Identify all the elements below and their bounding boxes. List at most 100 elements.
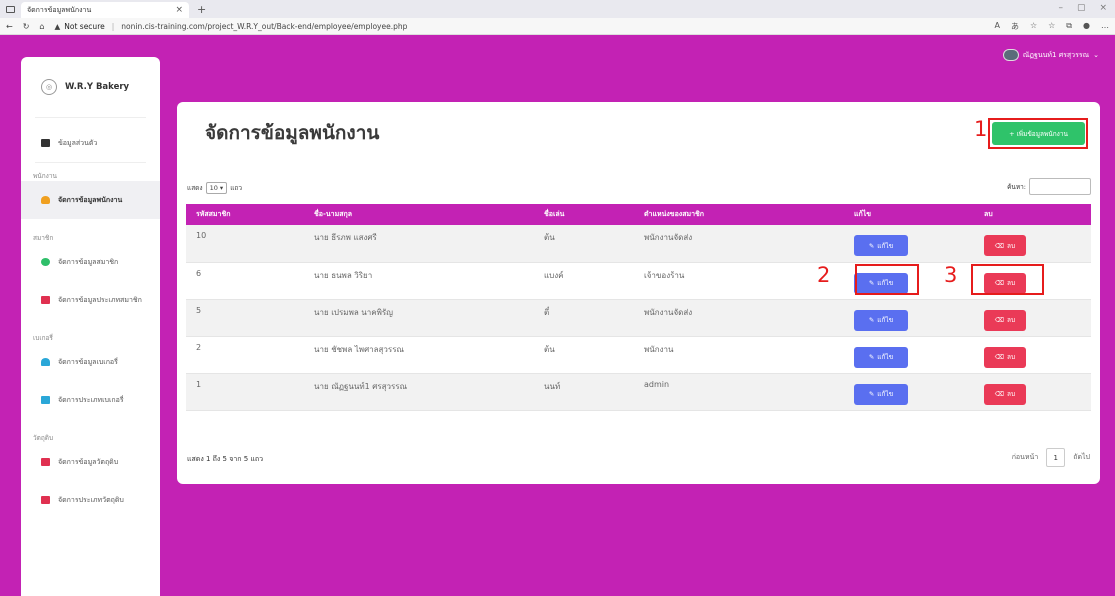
user-icon [41, 196, 50, 204]
annotation-number-2: 2 [817, 263, 831, 287]
table-row: 10 นาย ธีรภพ แสงศรี ต้น พนักงานจัดส่ง ✎ แ… [186, 225, 1091, 263]
sidebar-divider [35, 162, 146, 163]
sidebar-group-label: สมาชิก [33, 234, 54, 242]
cell-id: 10 [186, 225, 304, 263]
table-row: 2 นาย ชัชพล ไพศาลสุวรรณ ต้น พนักงาน ✎ แก้… [186, 336, 1091, 374]
more-icon[interactable]: … [1101, 21, 1109, 32]
trash-icon: ⌫ [994, 353, 1005, 361]
cell-name: นาย ชัชพล ไพศาลสุวรรณ [304, 336, 534, 374]
delete-label: ลบ [1007, 316, 1016, 324]
edit-button[interactable]: ✎ แก้ไข [854, 309, 908, 331]
cell-nickname: ต้น [534, 225, 634, 263]
prev-page-button[interactable]: ก่อนหน้า [1012, 452, 1039, 463]
sidebar-item-material-types[interactable]: จัดการประเภทวัตถุดิบ [21, 481, 160, 519]
back-icon[interactable]: ← [6, 22, 13, 31]
cell-edit: ✎ แก้ไข [844, 225, 974, 263]
sidebar-group-label: วัตถุดิบ [33, 434, 54, 442]
not-secure-label: Not secure [64, 21, 105, 31]
warning-icon: ▲ [54, 21, 61, 31]
edit-icon: ✎ [868, 316, 875, 324]
collections-icon[interactable]: ⧉ [1066, 21, 1072, 32]
minimize-icon[interactable]: – [1058, 3, 1063, 13]
highlight-box-1 [988, 118, 1088, 149]
delete-label: ลบ [1007, 390, 1016, 398]
column-header-delete[interactable]: ลบ [974, 204, 1091, 225]
favorite-icon[interactable]: ☆ [1030, 21, 1037, 32]
delete-button[interactable]: ⌫ ลบ [984, 346, 1026, 368]
search-input[interactable] [1029, 178, 1091, 195]
sidebar-item-profile[interactable]: ข้อมูลส่วนตัว [21, 124, 160, 162]
cell-name: นาย ธีรภพ แสงศรี [304, 225, 534, 263]
bakery-logo-icon: ◎ [41, 79, 57, 95]
window-menu-icon[interactable] [6, 5, 15, 13]
address-separator: | [111, 21, 115, 31]
favorites-list-icon[interactable]: ☆ [1048, 21, 1055, 32]
cell-name: นาย เปรมพล นาคพิรัญ [304, 299, 534, 337]
sidebar-item-bakery[interactable]: จัดการข้อมูลเบเกอรี่ [21, 343, 160, 381]
sidebar-item-bakery-types[interactable]: จัดการประเภทเบเกอรี่ [21, 381, 160, 419]
delete-button[interactable]: ⌫ ลบ [984, 235, 1026, 256]
sidebar: ◎ W.R.Y Bakery ข้อมูลส่วนตัว พนักงาน จัด… [21, 57, 160, 596]
user-menu[interactable]: ณัฏฐนนท์1 ศรสุวรรณ ⌄ [1002, 49, 1099, 61]
cell-edit: ✎ แก้ไข [844, 299, 974, 337]
edit-icon: ✎ [868, 241, 875, 250]
book-icon [41, 496, 50, 504]
cell-nickname: ต้น [534, 336, 634, 374]
sidebar-item-employees[interactable]: จัดการข้อมูลพนักงาน [21, 181, 160, 219]
sidebar-item-materials[interactable]: จัดการข้อมูลวัตถุดิบ [21, 443, 160, 481]
tab-title: จัดการข้อมูลพนักงาน [27, 5, 92, 14]
column-header-id[interactable]: รหัสสมาชิก [186, 204, 304, 225]
column-header-edit[interactable]: แก้ไข [844, 204, 974, 225]
translate-icon[interactable]: あ [1011, 21, 1019, 32]
column-header-name[interactable]: ชื่อ-นามสกุล [304, 204, 534, 225]
annotation-number-1: 1 [974, 117, 988, 141]
sidebar-item-members[interactable]: จัดการข้อมูลสมาชิก [21, 243, 160, 281]
page-length-select[interactable]: 10 ▾ [205, 182, 228, 194]
cell-position: พนักงานจัดส่ง [634, 225, 844, 263]
column-header-position[interactable]: ตำแหน่งของสมาชิก [634, 204, 844, 225]
sidebar-item-member-types[interactable]: จัดการข้อมูลประเภทสมาชิก [21, 281, 160, 319]
cell-id: 6 [186, 262, 304, 300]
search-control: ค้นหา: [1007, 178, 1091, 195]
column-header-nickname[interactable]: ชื่อเล่น [534, 204, 634, 225]
sidebar-item-label: จัดการข้อมูลวัตถุดิบ [58, 457, 119, 466]
cell-position: admin [634, 373, 844, 411]
trash-icon: ⌫ [994, 241, 1005, 250]
page-title: จัดการข้อมูลพนักงาน [205, 122, 380, 144]
cell-position: เจ้าของร้าน [634, 262, 844, 300]
edit-button[interactable]: ✎ แก้ไข [854, 235, 908, 256]
refresh-icon[interactable]: ↻ [23, 22, 30, 31]
edit-button[interactable]: ✎ แก้ไข [854, 383, 908, 405]
maximize-icon[interactable]: ▢ [1077, 3, 1086, 13]
new-tab-button[interactable]: + [197, 3, 206, 16]
home-icon[interactable]: ⌂ [39, 22, 44, 31]
page-number-button[interactable]: 1 [1046, 448, 1066, 467]
profile-icon[interactable]: ● [1083, 21, 1090, 32]
url-text[interactable]: nonin.cis-training.com/project_W.R.Y_out… [121, 22, 407, 31]
tab-close-icon[interactable]: × [175, 5, 183, 15]
address-bar[interactable]: ▲ Not secure | nonin.cis-training.com/pr… [54, 22, 984, 31]
next-page-button[interactable]: ถัดไป [1073, 452, 1090, 463]
show-prefix: แสดง [187, 184, 203, 192]
user-name: ณัฏฐนนท์1 ศรสุวรรณ [1022, 50, 1090, 59]
annotation-number-3: 3 [944, 263, 958, 287]
pagination: ก่อนหน้า 1 ถัดไป [1012, 448, 1090, 467]
cell-id: 5 [186, 299, 304, 337]
edit-button[interactable]: ✎ แก้ไข [854, 346, 908, 368]
cell-delete: ⌫ ลบ [974, 225, 1091, 263]
delete-button[interactable]: ⌫ ลบ [984, 383, 1026, 405]
edit-label: แก้ไข [877, 353, 894, 361]
cell-name: นาย ธนพล วิริยา [304, 262, 534, 300]
cell-name: นาย ณัฏฐนนท์1 ศรสุวรรณ [304, 373, 534, 411]
browser-tab[interactable]: จัดการข้อมูลพนักงาน × [21, 2, 189, 18]
sidebar-item-label: ข้อมูลส่วนตัว [58, 138, 98, 147]
cell-nickname: แบงค์ [534, 262, 634, 300]
highlight-box-3 [971, 264, 1044, 295]
brand[interactable]: ◎ W.R.Y Bakery [21, 57, 160, 117]
read-aloud-icon[interactable]: A [994, 21, 999, 32]
edit-icon: ✎ [868, 390, 875, 398]
close-window-icon[interactable]: × [1099, 3, 1107, 13]
browser-tabbar: จัดการข้อมูลพนักงาน × + – ▢ × [0, 0, 1115, 18]
cell-id: 2 [186, 336, 304, 374]
delete-button[interactable]: ⌫ ลบ [984, 309, 1026, 331]
